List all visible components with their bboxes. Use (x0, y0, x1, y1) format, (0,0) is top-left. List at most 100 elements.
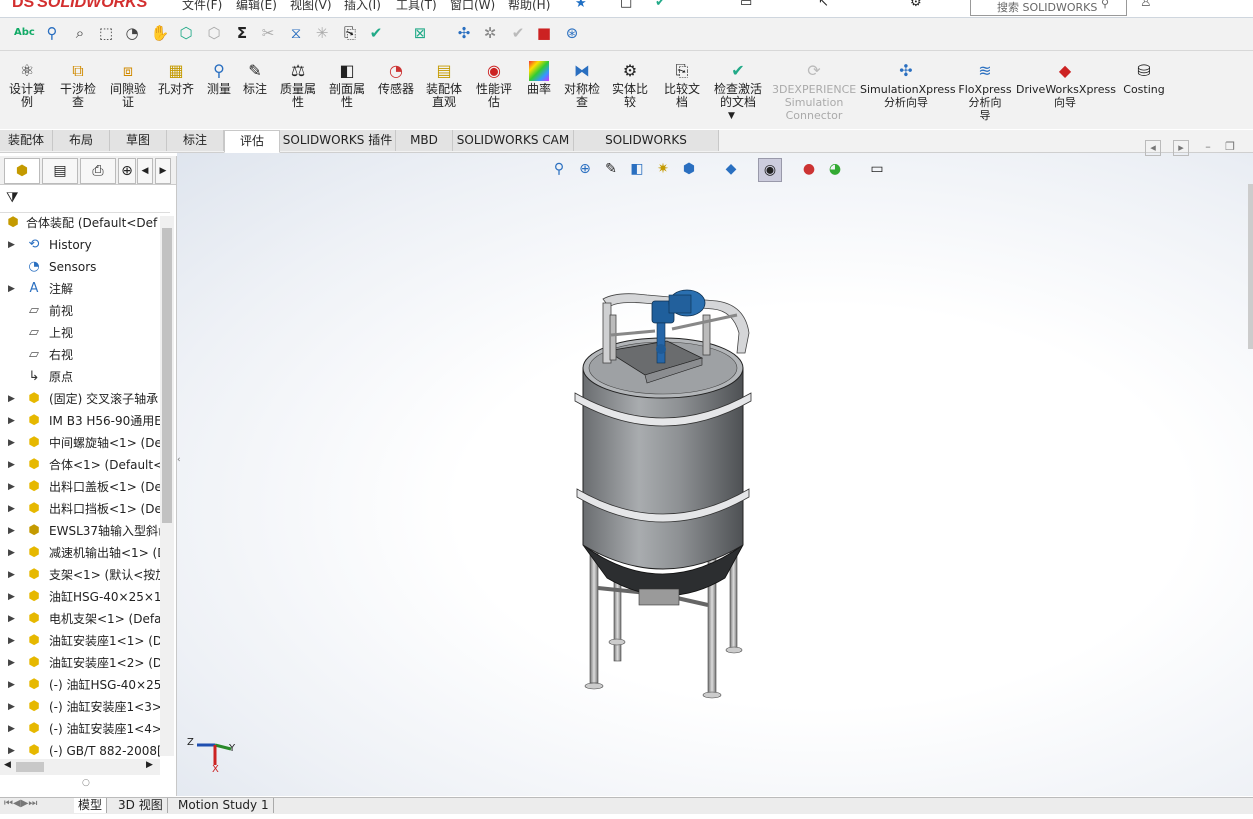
menu-help[interactable]: 帮助(H) (508, 0, 550, 13)
expand-arrow-icon[interactable]: ▶ (8, 498, 15, 520)
print-icon[interactable]: ▭ (740, 0, 752, 10)
panel-splitter-handle[interactable]: ○ (82, 778, 90, 788)
view-orientation-icon[interactable]: ⬢ (678, 158, 700, 180)
expand-arrow-icon[interactable]: ▶ (8, 564, 15, 586)
search-input[interactable]: 搜索 SOLIDWORKS ⚲ (970, 0, 1127, 16)
performance-evaluation-button[interactable]: ◉ 性能评 估 (472, 61, 516, 109)
section-view-icon[interactable]: ◧ (626, 158, 648, 180)
driveworksxpress-button[interactable]: ◆ DriveWorksXpress 向导 (1016, 61, 1116, 109)
floxpress-button[interactable]: ≋ FloXpress 分析向 导 (956, 61, 1014, 122)
tabs-scroll-right-icon[interactable]: ▶ (155, 158, 171, 184)
find-replace-icon[interactable]: ⚲ (42, 23, 62, 43)
expand-arrow-icon[interactable]: ▶ (8, 432, 15, 454)
view-settings-icon[interactable]: ▭ (866, 158, 888, 180)
tab-solidworks-inspection[interactable]: SOLIDWORKS Inspection (574, 130, 719, 168)
open-icon[interactable]: ✔ (655, 0, 666, 10)
expand-arrow-icon[interactable]: ▶ (8, 718, 15, 740)
sensor-button[interactable]: ◔ 传感器 (374, 61, 418, 96)
tab-solidworks-addins[interactable]: SOLIDWORKS 插件 (280, 130, 396, 151)
pin-icon[interactable]: ★ (575, 0, 587, 11)
design-study-button[interactable]: ⚛ 设计算 例 (5, 61, 49, 109)
check-icon[interactable]: ⌕ (70, 23, 90, 43)
tree-item[interactable]: ▶ ⬢ 中间螺旋轴<1> (De (0, 432, 160, 454)
tree-item[interactable]: ▶ ⬢ IM B3 H56-90通用E (0, 410, 160, 432)
tree-item[interactable]: ▶ ⬢ EWSL37轴输入型斜齿 (0, 520, 160, 542)
lifebuoy-icon[interactable]: ⊛ (562, 23, 582, 43)
tree-item[interactable]: ▶ ⬢ (固定) 交叉滚子轴承 (0, 388, 160, 410)
tree-item[interactable]: ▶ ⬢ 油缸安装座1<1> (D (0, 630, 160, 652)
mass-properties-button[interactable]: ⚖ 质量属 性 (276, 61, 320, 109)
edit-appearance-icon[interactable]: ● (798, 158, 820, 180)
tree-item[interactable]: ▱ 前视 (0, 300, 160, 322)
tree-item[interactable]: ▶ ⬢ 电机支架<1> (Defa (0, 608, 160, 630)
expand-arrow-icon[interactable]: ▶ (8, 234, 15, 256)
tab-evaluate[interactable]: 评估 (224, 130, 280, 153)
tree-item[interactable]: ▶ ⬢ (-) 油缸安装座1<4> (0, 718, 160, 740)
check-geometry-icon[interactable]: ✔ (366, 23, 386, 43)
spell-check-icon[interactable]: Abc (14, 23, 35, 43)
tree-root-assembly[interactable]: ⬢ 合体装配 (Default<Def (0, 212, 170, 234)
expand-arrow-icon[interactable]: ▶ (8, 674, 15, 696)
tree-item[interactable]: ▶ ⬢ 合体<1> (Default< (0, 454, 160, 476)
feature-icon[interactable]: ⎘ (340, 23, 360, 43)
expand-arrow-icon[interactable]: ▶ (8, 476, 15, 498)
expand-arrow-icon[interactable]: ▶ (8, 410, 15, 432)
rebuild-icon[interactable]: ✣ (454, 23, 474, 43)
measure-button[interactable]: ⚲ 测量 (202, 61, 236, 96)
tab-sketch[interactable]: 草图 (110, 130, 167, 151)
assembly-visualization-button[interactable]: ▤ 装配体 直观 (422, 61, 466, 109)
stop-icon[interactable]: ■ (534, 23, 554, 43)
viewport-scroll-indicator[interactable] (1248, 184, 1253, 349)
expand-arrow-icon[interactable]: ▶ (8, 278, 15, 300)
tabs-scroll-left-icon[interactable]: ◀ (137, 158, 153, 184)
dimxpert-tab-icon[interactable]: ⊕ (118, 158, 136, 184)
body-compare-button[interactable]: ⚙ 实体比 较 (608, 61, 652, 109)
expand-arrow-icon[interactable]: ▶ (8, 696, 15, 718)
dropdown-arrow-icon[interactable]: ▼ (728, 111, 735, 121)
feature-manager-tab-icon[interactable]: ⬢ (4, 158, 40, 184)
symmetry-check-button[interactable]: ⧓ 对称检 查 (560, 61, 604, 109)
expand-arrow-icon[interactable]: ▶ (8, 586, 15, 608)
expand-arrow-icon[interactable]: ▶ (8, 388, 15, 410)
panel-collapse-handle[interactable]: ‹ (177, 455, 181, 465)
clearance-verification-button[interactable]: ⧈ 间隙验 证 (106, 61, 150, 109)
tree-scroll-thumb[interactable] (162, 228, 172, 523)
tree-item[interactable]: ▶ ⬢ 出料口盖板<1> (De (0, 476, 160, 498)
user-icon[interactable]: ♙ (1140, 0, 1152, 10)
tree-item[interactable]: ▶ ⬢ 支架<1> (默认<按加 (0, 564, 160, 586)
check-active-document-button[interactable]: ✔ 检查激活 的文档 (708, 61, 768, 109)
tree-item[interactable]: ▶ ⬢ (-) 油缸安装座1<3> (0, 696, 160, 718)
tree-item[interactable]: ↳ 原点 (0, 366, 160, 388)
export-icon[interactable]: ⊠ (410, 23, 430, 43)
maximize-icon[interactable]: ❐ (1223, 140, 1237, 154)
simulationxpress-button[interactable]: ✣ SimulationXpress 分析向导 (860, 61, 956, 109)
gauge-icon[interactable]: ◔ (122, 23, 142, 43)
apply-scene-icon[interactable]: ◕ (824, 158, 846, 180)
sketch-check-icon[interactable]: ⬚ (96, 23, 116, 43)
property-manager-tab-icon[interactable]: ▤ (42, 158, 78, 184)
menu-edit[interactable]: 编辑(E) (236, 0, 277, 13)
tab-navigation-arrows-icon[interactable]: ⏮◀▶⏭ (4, 798, 37, 809)
mixing-tank-model[interactable] (177, 153, 1253, 796)
expand-arrow-icon[interactable]: ▶ (8, 520, 15, 542)
tree-item[interactable]: ▱ 右视 (0, 344, 160, 366)
tab-markup[interactable]: 标注 (167, 130, 224, 151)
section-properties-button[interactable]: ◧ 剖面属 性 (325, 61, 369, 109)
tree-item[interactable]: ▶ ⬢ 出料口挡板<1> (De (0, 498, 160, 520)
configuration-manager-tab-icon[interactable]: ⎙ (80, 158, 116, 184)
settings-icon[interactable]: ✲ (480, 23, 500, 43)
tree-item[interactable]: ▱ 上视 (0, 322, 160, 344)
previous-view-icon[interactable]: ✎ (600, 158, 622, 180)
expand-arrow-icon[interactable]: ▶ (8, 630, 15, 652)
menu-window[interactable]: 窗口(W) (450, 0, 495, 13)
tab-motion-study[interactable]: Motion Study 1 (174, 798, 274, 813)
minimize-icon[interactable]: – (1201, 140, 1215, 154)
tab-assembly[interactable]: 装配体 (0, 130, 53, 151)
costing-button[interactable]: ⛁ Costing (1118, 61, 1170, 96)
search-icon[interactable]: ⚲ (1101, 0, 1109, 10)
tree-item[interactable]: ▶ ⟲ History (0, 234, 160, 256)
select-pointer-icon[interactable]: ↖ (818, 0, 829, 10)
expand-arrow-icon[interactable]: ▶ (8, 608, 15, 630)
hscroll-left-arrow-icon[interactable]: ◀ (4, 760, 11, 770)
tab-mbd[interactable]: MBD (396, 130, 453, 151)
